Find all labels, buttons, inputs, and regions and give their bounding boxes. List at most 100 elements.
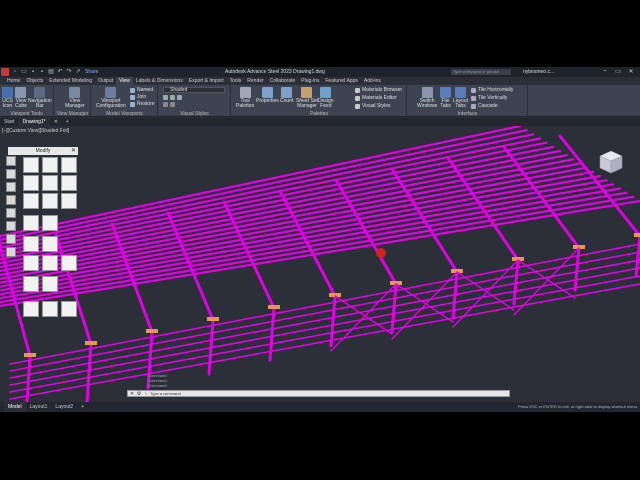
close-tab-icon[interactable]: ✕ [50, 118, 62, 126]
tool-palettes-button[interactable]: Tool Palettes [236, 87, 254, 109]
command-input[interactable]: Type a command [150, 391, 181, 397]
visual-styles-palette-button[interactable]: Visual Styles [355, 103, 391, 109]
pedit-tool-button[interactable] [42, 301, 58, 317]
switch-windows-button[interactable]: Switch Windows [417, 87, 437, 109]
chamfer-tool-button[interactable] [23, 255, 39, 271]
design-feed-button[interactable]: Design Feed [318, 87, 334, 109]
stretch-tool-button[interactable] [42, 175, 58, 191]
side-tool-4[interactable] [6, 195, 16, 205]
user-account[interactable]: nybesmeo.c... [523, 69, 554, 75]
move-tool-button[interactable] [23, 157, 39, 173]
mirror-tool-button[interactable] [61, 157, 77, 173]
save-as-icon[interactable]: ▪ [39, 69, 45, 75]
steel-structure-model[interactable] [0, 126, 640, 402]
redo-icon[interactable]: ↷ [66, 69, 72, 75]
tab-featured-apps[interactable]: Featured Apps [322, 77, 361, 85]
layout-tabs-button[interactable]: Layout Tabs [453, 87, 468, 109]
minimize-button[interactable]: – [600, 68, 610, 74]
layout-tab-layout1[interactable]: Layout1 [26, 402, 52, 412]
tile-horizontally-button[interactable]: Tile Horizontally [471, 87, 513, 93]
search-input[interactable]: Type a keyword or phrase [451, 69, 511, 75]
materials-editor-button[interactable]: Materials Editor [355, 95, 397, 101]
tab-add-ins[interactable]: Add-ins [361, 77, 384, 85]
drawing-viewport[interactable]: [–][Custom View][Shaded Foil] Modify ✕ C… [0, 126, 640, 402]
view-cube[interactable] [598, 149, 624, 175]
side-tool-2[interactable] [6, 169, 16, 179]
view-cube-button[interactable]: View Cube [15, 87, 27, 109]
tab-view[interactable]: View [116, 77, 133, 85]
new-file-icon[interactable]: ▫ [12, 69, 18, 75]
share-button[interactable]: Share [85, 69, 98, 75]
offset-tool-button[interactable] [42, 193, 58, 209]
close-button[interactable]: ✕ [626, 68, 636, 75]
properties-button[interactable]: Properties [256, 87, 279, 104]
visual-style-tools[interactable] [163, 95, 184, 100]
rotate-tool-button[interactable] [42, 157, 58, 173]
close-icon[interactable]: ✕ [129, 391, 135, 397]
chevron-right-icon[interactable]: › [143, 391, 149, 397]
fillet-tool-button[interactable] [61, 193, 77, 209]
layout-tab-layout2[interactable]: Layout2 [51, 402, 77, 412]
tab-objects[interactable]: Objects [23, 77, 46, 85]
navigation-bar-button[interactable]: Navigation Bar [28, 87, 52, 109]
explode-tool-button[interactable] [61, 255, 77, 271]
restore-viewports-button[interactable]: Restore [130, 101, 155, 107]
join-viewports-button[interactable]: Join [130, 94, 146, 100]
count-button[interactable]: Count [280, 87, 293, 104]
modify-palette-close[interactable]: ✕ [71, 147, 76, 155]
extend-tool-button[interactable] [42, 215, 58, 231]
tab-render[interactable]: Render [244, 77, 266, 85]
side-tool-1[interactable] [6, 156, 16, 166]
share-icon[interactable]: ↗ [75, 69, 81, 75]
copy-tool-button[interactable] [23, 175, 39, 191]
tab-plug-ins[interactable]: Plug-ins [298, 77, 322, 85]
viewport-controls-label[interactable]: [–][Custom View][Shaded Foil] [2, 128, 69, 134]
tab-extended-modeling[interactable]: Extended Modeling [46, 77, 95, 85]
maximize-button[interactable]: ▭ [613, 68, 623, 75]
tab-labels-dimensions[interactable]: Labels & Dimensions [133, 77, 186, 85]
visual-style-dropdown[interactable]: Shaded [163, 87, 225, 93]
side-tool-5[interactable] [6, 208, 16, 218]
blend-tool-button[interactable] [42, 255, 58, 271]
save-icon[interactable]: ▪ [30, 69, 36, 75]
side-tool-8[interactable] [6, 247, 16, 257]
sheet-set-manager-button[interactable]: Sheet Set Manager [296, 87, 318, 109]
viewport-configuration-button[interactable]: Viewport Configuration [96, 87, 126, 109]
lengthen-tool-button[interactable] [23, 276, 39, 292]
wrench-icon[interactable]: ⚙ [136, 391, 142, 397]
shadow-tools[interactable] [163, 102, 177, 107]
add-layout-button[interactable]: + [77, 402, 88, 412]
tile-vertically-button[interactable]: Tile Vertically [471, 95, 507, 101]
cascade-button[interactable]: Cascade [471, 103, 498, 109]
command-line[interactable]: ✕ ⚙ › Type a command [127, 390, 510, 397]
open-file-icon[interactable]: ▭ [21, 69, 27, 75]
undo-icon[interactable]: ↶ [57, 69, 63, 75]
erase-tool-button[interactable] [23, 301, 39, 317]
view-manager-button[interactable]: View Manager [65, 87, 85, 109]
new-tab-button[interactable]: + [62, 118, 73, 126]
tab-home[interactable]: Home [4, 77, 23, 85]
trim-tool-button[interactable] [23, 215, 39, 231]
tab-collaborate[interactable]: Collaborate [267, 77, 299, 85]
properties-match-tool-button[interactable] [61, 301, 77, 317]
layout-tab-model[interactable]: Model [4, 402, 26, 412]
align-tool-button[interactable] [42, 276, 58, 292]
side-tool-6[interactable] [6, 221, 16, 231]
app-logo-icon[interactable] [1, 68, 9, 76]
scale-tool-button[interactable] [61, 175, 77, 191]
ucs-icon-button[interactable]: UCS Icon [2, 87, 13, 109]
tab-tools[interactable]: Tools [227, 77, 245, 85]
modify-palette-header[interactable]: Modify ✕ [8, 147, 78, 155]
array-tool-button[interactable] [23, 193, 39, 209]
side-tool-3[interactable] [6, 182, 16, 192]
tab-export-import[interactable]: Export & Import [186, 77, 227, 85]
side-tool-7[interactable] [6, 234, 16, 244]
file-tab-start[interactable]: Start [0, 118, 19, 126]
tab-output[interactable]: Output [95, 77, 116, 85]
join-tool-button[interactable] [42, 236, 58, 252]
file-tab-drawing1[interactable]: Drawing1* [18, 118, 50, 126]
named-viewports-button[interactable]: Named [130, 87, 153, 93]
break-tool-button[interactable] [23, 236, 39, 252]
file-tabs-button[interactable]: File Tabs [440, 87, 451, 109]
print-icon[interactable]: ▤ [48, 69, 54, 75]
